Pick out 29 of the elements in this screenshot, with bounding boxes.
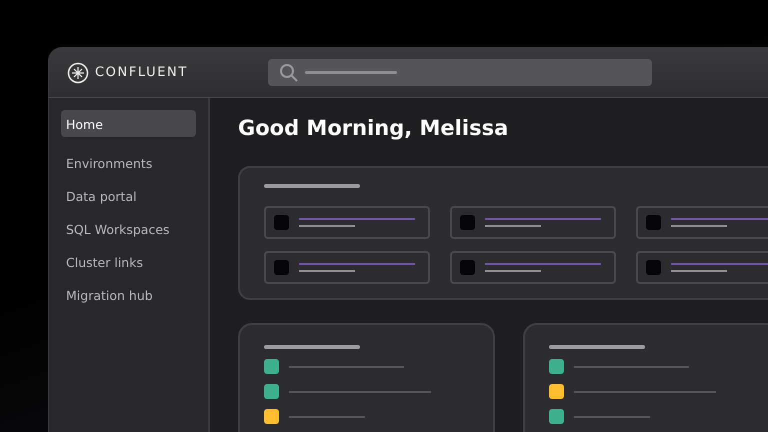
tile-icon bbox=[274, 260, 289, 275]
sidebar-item[interactable]: Environments bbox=[61, 149, 196, 176]
search-field[interactable] bbox=[268, 59, 652, 86]
tile-card[interactable] bbox=[636, 251, 768, 284]
page-title: Good Morning, Melissa bbox=[238, 116, 510, 142]
subtitle-line bbox=[485, 225, 541, 227]
subtitle-line bbox=[299, 270, 355, 272]
sidebar-item[interactable]: Data portal bbox=[61, 182, 196, 209]
tile-icon bbox=[646, 215, 661, 230]
subtitle-line bbox=[671, 225, 727, 227]
tile-card[interactable] bbox=[450, 251, 616, 284]
sidebar-item[interactable]: Cluster links bbox=[61, 248, 196, 275]
tile-icon bbox=[460, 215, 475, 230]
search-icon bbox=[279, 62, 299, 82]
tile-card[interactable] bbox=[264, 251, 430, 284]
sidebar-item[interactable]: Migration hub bbox=[61, 281, 196, 308]
sidebar-item[interactable]: SQL Workspaces bbox=[61, 215, 196, 242]
subtitle-line bbox=[671, 270, 727, 272]
tile-icon bbox=[274, 215, 289, 230]
tile-card[interactable] bbox=[636, 206, 768, 239]
tile-card[interactable] bbox=[264, 206, 430, 239]
logo-icon bbox=[67, 62, 89, 84]
subtitle-line bbox=[485, 270, 541, 272]
tile-icon bbox=[646, 260, 661, 275]
tile-icon bbox=[460, 260, 475, 275]
sidebar-item[interactable]: Home bbox=[61, 110, 196, 137]
subtitle-line bbox=[299, 225, 355, 227]
brand-name: CONFLUENT bbox=[95, 65, 188, 80]
tile-card[interactable] bbox=[450, 206, 616, 239]
